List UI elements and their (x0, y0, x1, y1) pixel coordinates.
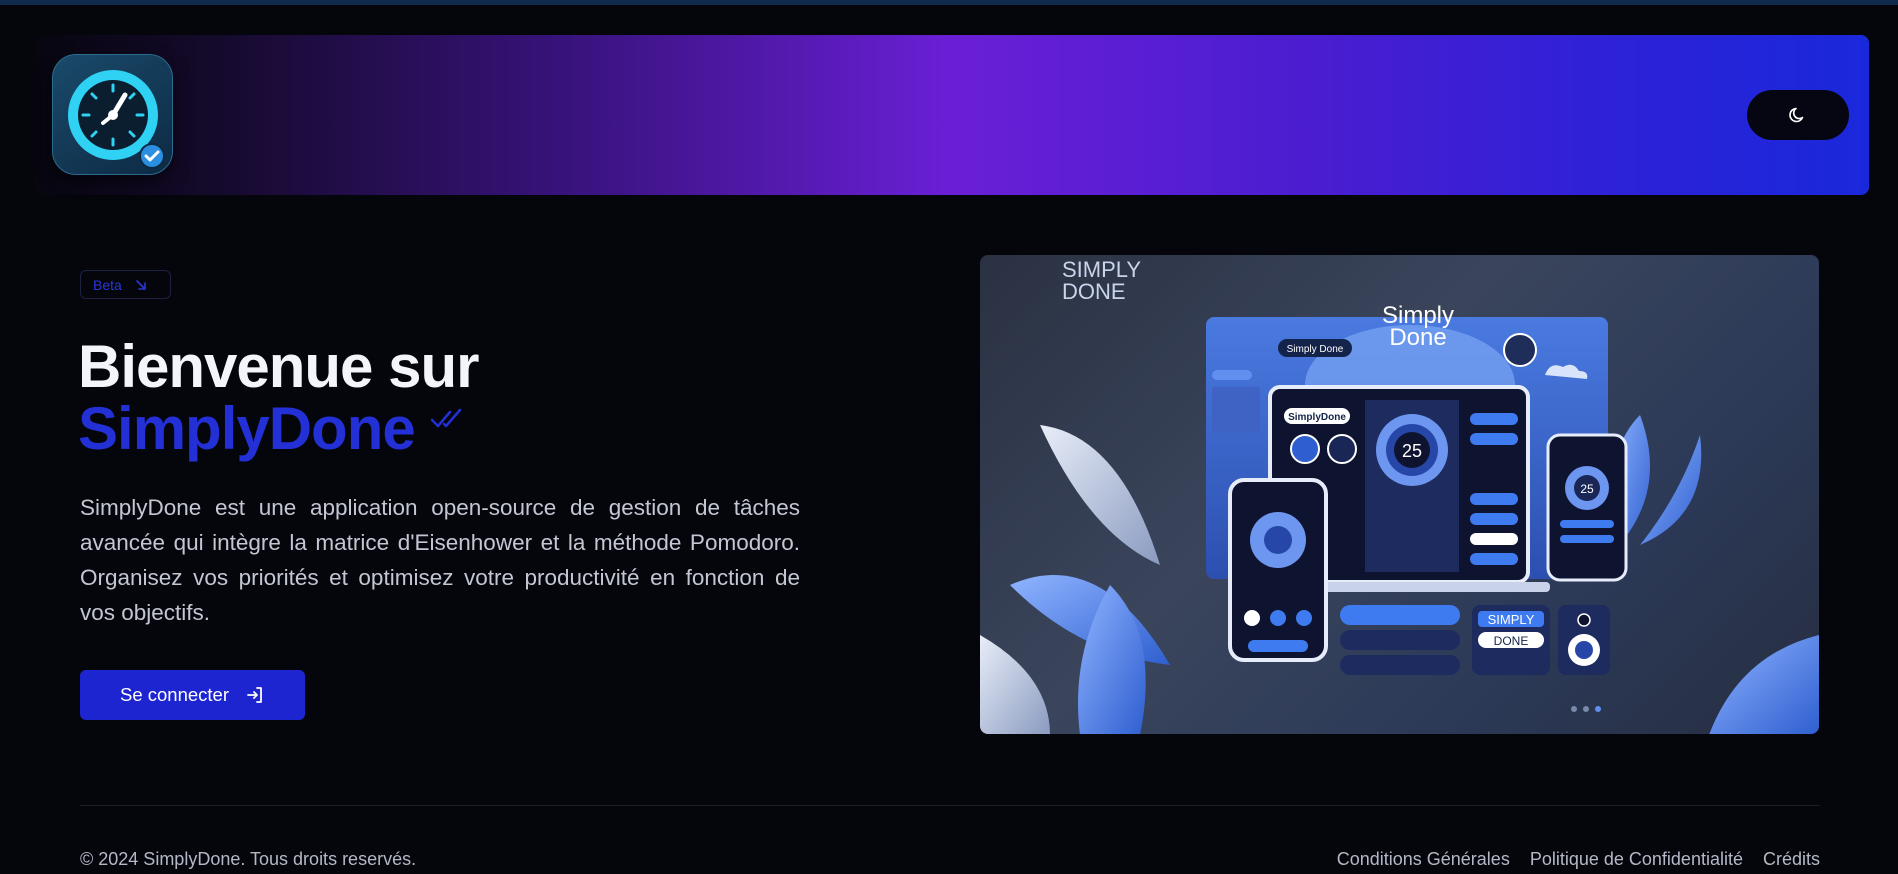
center-title-line2: Done (1389, 324, 1446, 351)
beta-badge-label: Beta (93, 276, 122, 293)
moon-icon (1789, 107, 1804, 123)
login-button[interactable]: Se connecter (80, 670, 305, 720)
timer-check-icon (68, 70, 165, 169)
hero-description: SimplyDone est une application open-sour… (80, 495, 800, 625)
app-preview-illustration: SIMPLY DONE Simply Done Simply Done Simp… (980, 257, 1819, 734)
hero-title: Bienvenue sur (78, 333, 479, 400)
double-check-icon (430, 408, 462, 428)
login-arrow-icon (247, 687, 262, 703)
footer-link-privacy[interactable]: Politique de Confidentialité (1530, 849, 1743, 870)
header-banner (34, 35, 1869, 195)
hero-illustration: SIMPLY DONE Simply Done Simply Done Simp… (980, 255, 1819, 734)
phone-timer: 25 (1580, 482, 1594, 496)
hero-brand-name: SimplyDone (78, 395, 416, 462)
laptop-timer: 25 (1402, 441, 1422, 461)
login-button-label: Se connecter (119, 684, 229, 705)
corner-brand-line2: DONE (1062, 279, 1126, 304)
footer-links: Conditions Générales Politique de Confid… (1337, 849, 1820, 870)
footer-link-terms[interactable]: Conditions Générales (1337, 849, 1510, 870)
footer-link-credits[interactable]: Crédits (1763, 849, 1820, 870)
laptop-logo: SimplyDone (1288, 412, 1346, 423)
footer-copyright: © 2024 SimplyDone. Tous droits reservés. (80, 849, 417, 869)
beta-badge[interactable]: Beta (80, 270, 171, 299)
top-accent-line (0, 0, 1898, 5)
theme-toggle-button[interactable] (1747, 90, 1849, 140)
leaf-left-white (1040, 425, 1160, 565)
tag-done: DONE (1494, 634, 1529, 648)
app-logo[interactable] (52, 54, 173, 175)
leaf-right-blue (1709, 635, 1819, 734)
footer-divider (80, 805, 1820, 806)
pill-label: Simply Done (1287, 344, 1344, 355)
arrow-down-right-icon (136, 279, 146, 290)
phone-left (1228, 478, 1328, 662)
tag-simply: SIMPLY (1488, 612, 1535, 627)
